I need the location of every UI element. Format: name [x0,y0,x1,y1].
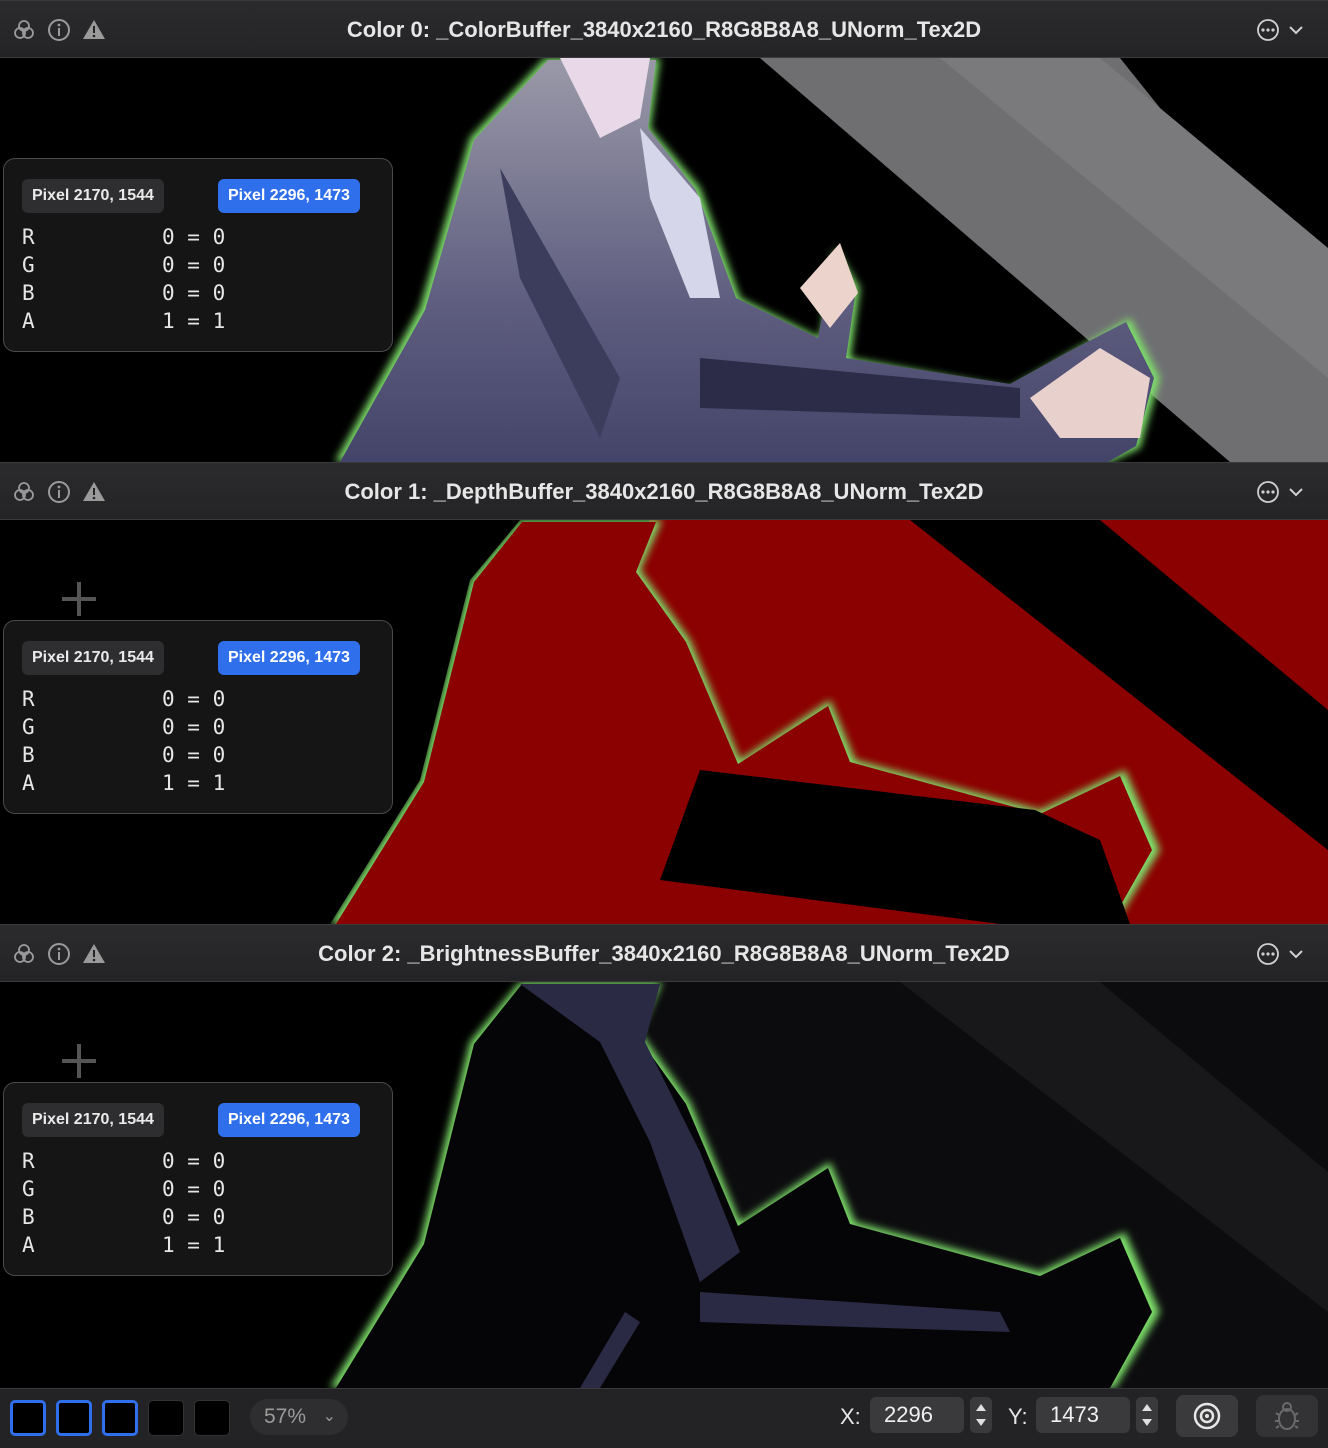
y-coordinate-field[interactable]: 1473 [1036,1397,1130,1433]
bug-icon [1275,1402,1299,1430]
channel-row-g: G 0 = 0 [22,253,262,281]
attachment-swatch-4[interactable] [194,1400,230,1436]
attachment-swatch-3[interactable] [148,1400,184,1436]
channel-label: R [22,225,35,249]
x-stepper[interactable] [970,1397,992,1433]
panel-title: Color 0: _ColorBuffer_3840x2160_R8G8B8A8… [346,17,982,42]
channel-label: R [22,1149,35,1173]
channel-row-a: A 1 = 1 [22,1233,262,1261]
pixel-a-tag[interactable]: Pixel 2170, 1544 [22,179,164,213]
channel-label: G [22,715,35,739]
channel-value: 0 = 0 [162,281,226,305]
channel-row-r: R 0 = 0 [22,225,262,253]
panel-title: Color 1: _DepthBuffer_3840x2160_R8G8B8A8… [344,479,984,504]
channel-value: 0 = 0 [162,1205,226,1229]
pixel-a-tag[interactable]: Pixel 2170, 1544 [22,641,164,675]
channel-row-g: G 0 = 0 [22,715,262,743]
channel-row-a: A 1 = 1 [22,309,262,337]
chevron-down-icon: ⌄ [322,1408,336,1425]
channel-value: 0 = 0 [162,743,226,767]
channel-row-g: G 0 = 0 [22,1177,262,1205]
pixel-inspector: Pixel 2170, 1544 Pixel 2296, 1473 R 0 = 0… [3,158,393,352]
channel-label: B [22,1205,35,1229]
debug-button[interactable] [1256,1395,1318,1437]
pixel-inspector: Pixel 2170, 1544 Pixel 2296, 1473 R 0 = 0… [3,620,393,814]
crosshair-icon [62,1044,96,1078]
channel-label: A [22,309,35,333]
panel-title: Color 2: _BrightnessBuffer_3840x2160_R8G… [318,941,1010,966]
panel-header: Color 1: _DepthBuffer_3840x2160_R8G8B8A8… [0,462,1328,520]
channel-value: 0 = 0 [162,715,226,739]
channel-value: 0 = 0 [162,1177,226,1201]
channel-label: A [22,771,35,795]
attachment-swatch-1[interactable] [56,1400,92,1436]
channel-row-r: R 0 = 0 [22,1149,262,1177]
channel-label: B [22,743,35,767]
crosshair-icon [62,582,96,616]
attachment-swatch-0[interactable] [10,1400,46,1436]
channel-row-r: R 0 = 0 [22,687,262,715]
pixel-a-tag[interactable]: Pixel 2170, 1544 [22,1103,164,1137]
more-options-icon[interactable] [1256,480,1312,504]
channel-label: G [22,1177,35,1201]
y-stepper[interactable] [1136,1397,1158,1433]
panel-header: Color 0: _ColorBuffer_3840x2160_R8G8B8A8… [0,0,1328,58]
channel-label: B [22,281,35,305]
more-options-icon[interactable] [1256,942,1312,966]
panel-color-2: Color 2: _BrightnessBuffer_3840x2160_R8G… [0,924,1328,1388]
channel-value: 1 = 1 [162,309,226,333]
pixel-b-tag[interactable]: Pixel 2296, 1473 [218,179,360,213]
channel-value: 1 = 1 [162,771,226,795]
pixel-inspector: Pixel 2170, 1544 Pixel 2296, 1473 R 0 = 0… [3,1082,393,1276]
channel-value: 0 = 0 [162,687,226,711]
channel-label: R [22,687,35,711]
x-coordinate-field[interactable]: 2296 [870,1397,964,1433]
channel-value: 0 = 0 [162,1149,226,1173]
channel-row-a: A 1 = 1 [22,771,262,799]
pixel-b-tag[interactable]: Pixel 2296, 1473 [218,1103,360,1137]
x-label: X: [840,1404,861,1429]
channel-value: 0 = 0 [162,253,226,277]
channel-row-b: B 0 = 0 [22,743,262,771]
panel-header: Color 2: _BrightnessBuffer_3840x2160_R8G… [0,924,1328,982]
y-label: Y: [1008,1404,1028,1429]
channel-label: G [22,253,35,277]
target-button[interactable] [1176,1395,1238,1437]
zoom-select[interactable]: 57% ⌄ [250,1399,348,1435]
panel-color-1: Color 1: _DepthBuffer_3840x2160_R8G8B8A8… [0,462,1328,924]
channel-row-b: B 0 = 0 [22,281,262,309]
target-icon [1193,1402,1221,1430]
panel-color-0: Color 0: _ColorBuffer_3840x2160_R8G8B8A8… [0,0,1328,462]
channel-label: A [22,1233,35,1257]
channel-row-b: B 0 = 0 [22,1205,262,1233]
more-options-icon[interactable] [1256,18,1312,42]
zoom-value: 57% [264,1405,307,1428]
pixel-b-tag[interactable]: Pixel 2296, 1473 [218,641,360,675]
bottom-toolbar: 57% ⌄ X: 2296 Y: 1473 [0,1388,1328,1448]
channel-value: 0 = 0 [162,225,226,249]
attachment-swatch-2[interactable] [102,1400,138,1436]
channel-value: 1 = 1 [162,1233,226,1257]
